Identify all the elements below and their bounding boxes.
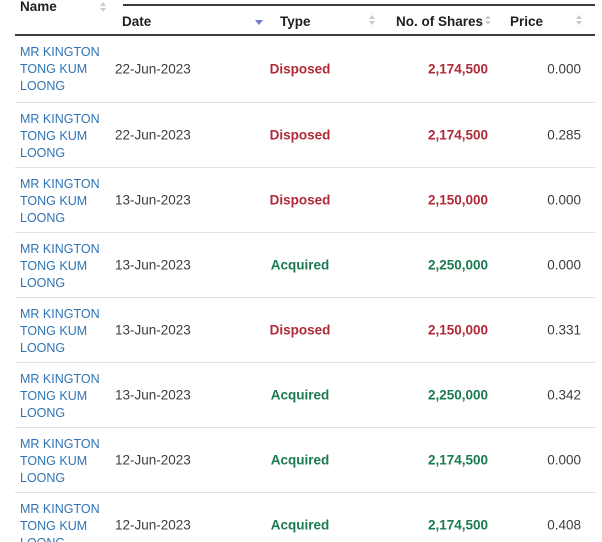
transaction-type: Disposed <box>269 127 331 143</box>
price-value: 0.331 <box>547 322 581 338</box>
table-row: MR KINGTON TONG KUM LOONG 22-Jun-2023 Di… <box>15 103 595 168</box>
transaction-type: Disposed <box>269 322 331 338</box>
price-value: 0.342 <box>547 387 581 403</box>
transaction-date: 13-Jun-2023 <box>115 192 191 208</box>
table-row: MR KINGTON TONG KUM LOONG 13-Jun-2023 Ac… <box>15 363 595 428</box>
column-header-date[interactable]: Date <box>122 14 151 29</box>
price-value: 0.000 <box>547 257 581 273</box>
shareholder-name-link[interactable]: MR KINGTON TONG KUM LOONG <box>20 111 112 162</box>
sort-icon-name[interactable] <box>100 2 106 12</box>
shares-count: 2,250,000 <box>427 387 488 403</box>
transaction-type: Acquired <box>270 452 330 468</box>
transaction-date: 13-Jun-2023 <box>115 322 191 338</box>
transaction-date: 22-Jun-2023 <box>115 127 191 143</box>
table-header-row: Name Date Type No. of Shares Price <box>0 0 602 36</box>
column-header-type[interactable]: Type <box>280 14 311 29</box>
transaction-type: Disposed <box>269 192 331 208</box>
shareholder-name-link[interactable]: MR KINGTON TONG KUM LOONG <box>20 44 112 95</box>
price-value: 0.000 <box>547 452 581 468</box>
sort-descending-icon-date[interactable] <box>255 20 263 25</box>
shareholder-name-link[interactable]: MR KINGTON TONG KUM LOONG <box>20 241 112 292</box>
price-value: 0.408 <box>547 517 581 533</box>
transaction-date: 12-Jun-2023 <box>115 517 191 533</box>
shares-count: 2,174,500 <box>427 517 488 533</box>
column-header-name[interactable]: Name <box>20 0 57 14</box>
price-value: 0.000 <box>547 61 581 77</box>
column-header-price[interactable]: Price <box>510 14 543 29</box>
table-row: MR KINGTON TONG KUM LOONG 13-Jun-2023 Di… <box>15 298 595 363</box>
shares-count: 2,174,500 <box>427 61 488 77</box>
sort-icon-no-of-shares[interactable] <box>485 15 491 25</box>
transaction-date: 12-Jun-2023 <box>115 452 191 468</box>
shareholder-name-link[interactable]: MR KINGTON TONG KUM LOONG <box>20 306 112 357</box>
table-row: MR KINGTON TONG KUM LOONG 22-Jun-2023 Di… <box>15 36 595 103</box>
header-top-border <box>123 4 595 6</box>
transaction-type: Acquired <box>270 387 330 403</box>
table-body: MR KINGTON TONG KUM LOONG 22-Jun-2023 Di… <box>0 36 602 542</box>
transaction-type: Acquired <box>270 257 330 273</box>
shares-count: 2,174,500 <box>427 127 488 143</box>
insider-transactions-table: Name Date Type No. of Shares Price MR KI… <box>0 0 602 542</box>
shareholder-name-link[interactable]: MR KINGTON TONG KUM LOONG <box>20 501 112 542</box>
sort-icon-type[interactable] <box>369 15 375 25</box>
price-value: 0.000 <box>547 192 581 208</box>
transaction-type: Acquired <box>270 517 330 533</box>
shares-count: 2,174,500 <box>427 452 488 468</box>
sort-icon-price[interactable] <box>576 15 582 25</box>
shares-count: 2,150,000 <box>427 322 488 338</box>
shareholder-name-link[interactable]: MR KINGTON TONG KUM LOONG <box>20 436 112 487</box>
transaction-date: 13-Jun-2023 <box>115 257 191 273</box>
table-row: MR KINGTON TONG KUM LOONG 12-Jun-2023 Ac… <box>15 493 595 542</box>
shares-count: 2,150,000 <box>427 192 488 208</box>
shareholder-name-link[interactable]: MR KINGTON TONG KUM LOONG <box>20 371 112 422</box>
transaction-date: 22-Jun-2023 <box>115 61 191 77</box>
shares-count: 2,250,000 <box>427 257 488 273</box>
shareholder-name-link[interactable]: MR KINGTON TONG KUM LOONG <box>20 176 112 227</box>
transaction-date: 13-Jun-2023 <box>115 387 191 403</box>
column-header-no-of-shares[interactable]: No. of Shares <box>383 14 483 29</box>
table-row: MR KINGTON TONG KUM LOONG 12-Jun-2023 Ac… <box>15 428 595 493</box>
price-value: 0.285 <box>547 127 581 143</box>
table-row: MR KINGTON TONG KUM LOONG 13-Jun-2023 Di… <box>15 168 595 233</box>
transaction-type: Disposed <box>269 61 331 77</box>
table-row: MR KINGTON TONG KUM LOONG 13-Jun-2023 Ac… <box>15 233 595 298</box>
